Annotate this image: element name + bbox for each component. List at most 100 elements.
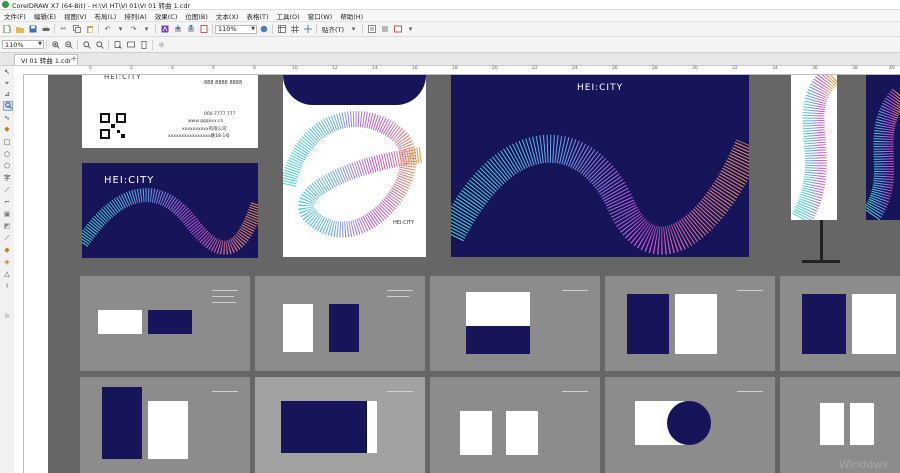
add-preset-icon[interactable]: ⊕	[157, 40, 167, 50]
zoom-in-icon[interactable]	[51, 40, 61, 50]
thumbnail-page-3[interactable]	[430, 276, 600, 371]
welcome-screen-icon[interactable]	[393, 24, 403, 34]
ellipse-icon[interactable]: ○	[3, 150, 11, 158]
zoom-to-page-height-icon[interactable]	[139, 40, 149, 50]
outline-icon[interactable]: △	[3, 270, 11, 278]
zoom-icon[interactable]	[3, 101, 13, 111]
smart-fill-2-icon[interactable]: ◈	[3, 258, 11, 266]
menu-window[interactable]: 窗口(W)	[304, 11, 337, 21]
zoom-levels-combo[interactable]: 110% ▼	[2, 40, 44, 49]
windows-watermark: Windows	[838, 458, 888, 471]
thumbnail-page-5[interactable]	[780, 276, 900, 371]
zoom-to-selected-icon[interactable]	[82, 40, 92, 50]
text-icon[interactable]: 字	[3, 174, 11, 182]
thumbnail-page-7[interactable]	[255, 377, 425, 473]
zoom-to-page-width-icon[interactable]	[126, 40, 136, 50]
show-rulers-icon[interactable]	[277, 24, 287, 34]
application-launcher-icon[interactable]	[380, 24, 390, 34]
search-content-icon[interactable]	[160, 24, 170, 34]
menu-effects[interactable]: 效果(C)	[151, 11, 182, 21]
toolbar-separator	[212, 24, 213, 34]
undo-dropdown-icon[interactable]: ▾	[116, 24, 126, 34]
polygon-icon[interactable]: ⬠	[3, 162, 11, 170]
thumbnail-envelope	[148, 401, 188, 459]
ruler-tick: 0	[89, 66, 92, 71]
toolbar-separator	[108, 39, 109, 50]
thumbnail-bag	[281, 401, 371, 453]
thumbnail-page-1[interactable]	[80, 276, 250, 371]
ruler-tick: 2	[130, 66, 133, 71]
poster-logo: HEI:CITY	[393, 220, 415, 226]
menu-view[interactable]: 视图(V)	[60, 11, 91, 21]
copy-icon[interactable]	[72, 24, 82, 34]
ruler-tick: 40	[889, 66, 895, 71]
thumbnail-page-2[interactable]	[255, 276, 425, 371]
zoom-to-page-icon[interactable]	[113, 40, 123, 50]
chevron-down-icon[interactable]: ▾	[349, 24, 359, 34]
menu-table[interactable]: 表格(T)	[242, 11, 272, 21]
show-grid-icon[interactable]	[290, 24, 300, 34]
new-document-icon[interactable]	[2, 24, 12, 34]
menu-edit[interactable]: 编辑(E)	[30, 11, 60, 21]
thumbnail-page-9[interactable]	[605, 377, 775, 473]
cut-icon[interactable]: ✂	[59, 24, 69, 34]
paste-icon[interactable]	[85, 24, 95, 34]
menu-layout[interactable]: 布局(L)	[91, 11, 121, 21]
menu-help[interactable]: 帮助(H)	[336, 11, 367, 21]
save-icon[interactable]	[28, 24, 38, 34]
chevron-down-icon[interactable]: ▾	[406, 24, 416, 34]
right-banner[interactable]	[866, 75, 900, 220]
connector-icon[interactable]: ⌐	[3, 198, 11, 206]
parallel-dimension-icon[interactable]: ⟋	[3, 186, 11, 194]
redo-dropdown-icon[interactable]: ▾	[142, 24, 152, 34]
crop-icon[interactable]: ⊿	[3, 90, 11, 98]
menu-file[interactable]: 文件(F)	[0, 11, 30, 21]
drawing-canvas[interactable]: HEI:CITY 888 8888 8888 000 7777 777 www.…	[24, 75, 900, 473]
menu-text[interactable]: 文本(X)	[212, 11, 243, 21]
add-document-tab-icon[interactable]: +	[70, 55, 78, 63]
thumbnail-envelope	[102, 387, 142, 459]
redo-icon[interactable]: ↷	[129, 24, 139, 34]
pointer-icon[interactable]: ↖	[3, 68, 11, 76]
thumbnail-page-6[interactable]	[80, 377, 250, 473]
snap-to-label[interactable]: 贴齐(T)	[319, 24, 347, 34]
horizontal-ruler[interactable]: 0 2 4 6 8 10 12 14 16 18 20 22 24 26 28 …	[14, 66, 900, 75]
vertical-ruler[interactable]	[14, 74, 24, 473]
add-icon[interactable]: ⊕	[3, 312, 11, 320]
ruler-tick: 26	[612, 66, 618, 71]
drop-shadow-icon[interactable]: ▣	[3, 210, 11, 218]
show-guidelines-icon[interactable]	[303, 24, 313, 34]
shape-icon[interactable]: ⌖	[3, 79, 11, 87]
thumbnail-card	[148, 310, 192, 334]
options-icon[interactable]	[367, 24, 377, 34]
open-folder-icon[interactable]	[15, 24, 25, 34]
business-card-back[interactable]: HEI:CITY 888 8888 8888 000 7777 777 www.…	[82, 75, 258, 148]
interactive-fill-icon[interactable]: ◆	[3, 246, 11, 254]
transparency-icon[interactable]: ◩	[3, 222, 11, 230]
freehand-icon[interactable]: ∿	[3, 114, 11, 122]
rectangle-icon[interactable]: □	[3, 138, 11, 146]
poster-page[interactable]: HEI:CITY	[283, 75, 426, 257]
document-tab[interactable]: VI 01 转曲 1.cdr	[14, 54, 79, 65]
print-icon[interactable]	[41, 24, 51, 34]
smart-fill-icon[interactable]: ◆	[3, 125, 11, 133]
menu-bitmaps[interactable]: 位图(B)	[181, 11, 212, 21]
pen-icon[interactable]: ⟊	[3, 282, 11, 290]
zoom-to-all-objects-icon[interactable]	[95, 40, 105, 50]
full-screen-preview-icon[interactable]	[259, 24, 269, 34]
text-line	[737, 391, 763, 392]
zoom-level-combo[interactable]: 110% ▼	[215, 24, 257, 34]
rollup-banner[interactable]	[791, 75, 837, 220]
publish-pdf-icon[interactable]	[199, 24, 209, 34]
undo-icon[interactable]: ↶	[103, 24, 113, 34]
thumbnail-page-8[interactable]	[430, 377, 600, 473]
import-icon[interactable]	[173, 24, 183, 34]
export-icon[interactable]	[186, 24, 196, 34]
menu-tools[interactable]: 工具(O)	[273, 11, 304, 21]
eyedropper-icon[interactable]: ⟋	[3, 234, 11, 242]
menu-arrange[interactable]: 排列(A)	[120, 11, 151, 21]
thumbnail-page-4[interactable]	[605, 276, 775, 371]
business-card-front[interactable]: HEI:CITY	[82, 163, 258, 258]
zoom-out-icon[interactable]	[64, 40, 74, 50]
main-artboard[interactable]: HEI:CITY	[451, 75, 749, 257]
